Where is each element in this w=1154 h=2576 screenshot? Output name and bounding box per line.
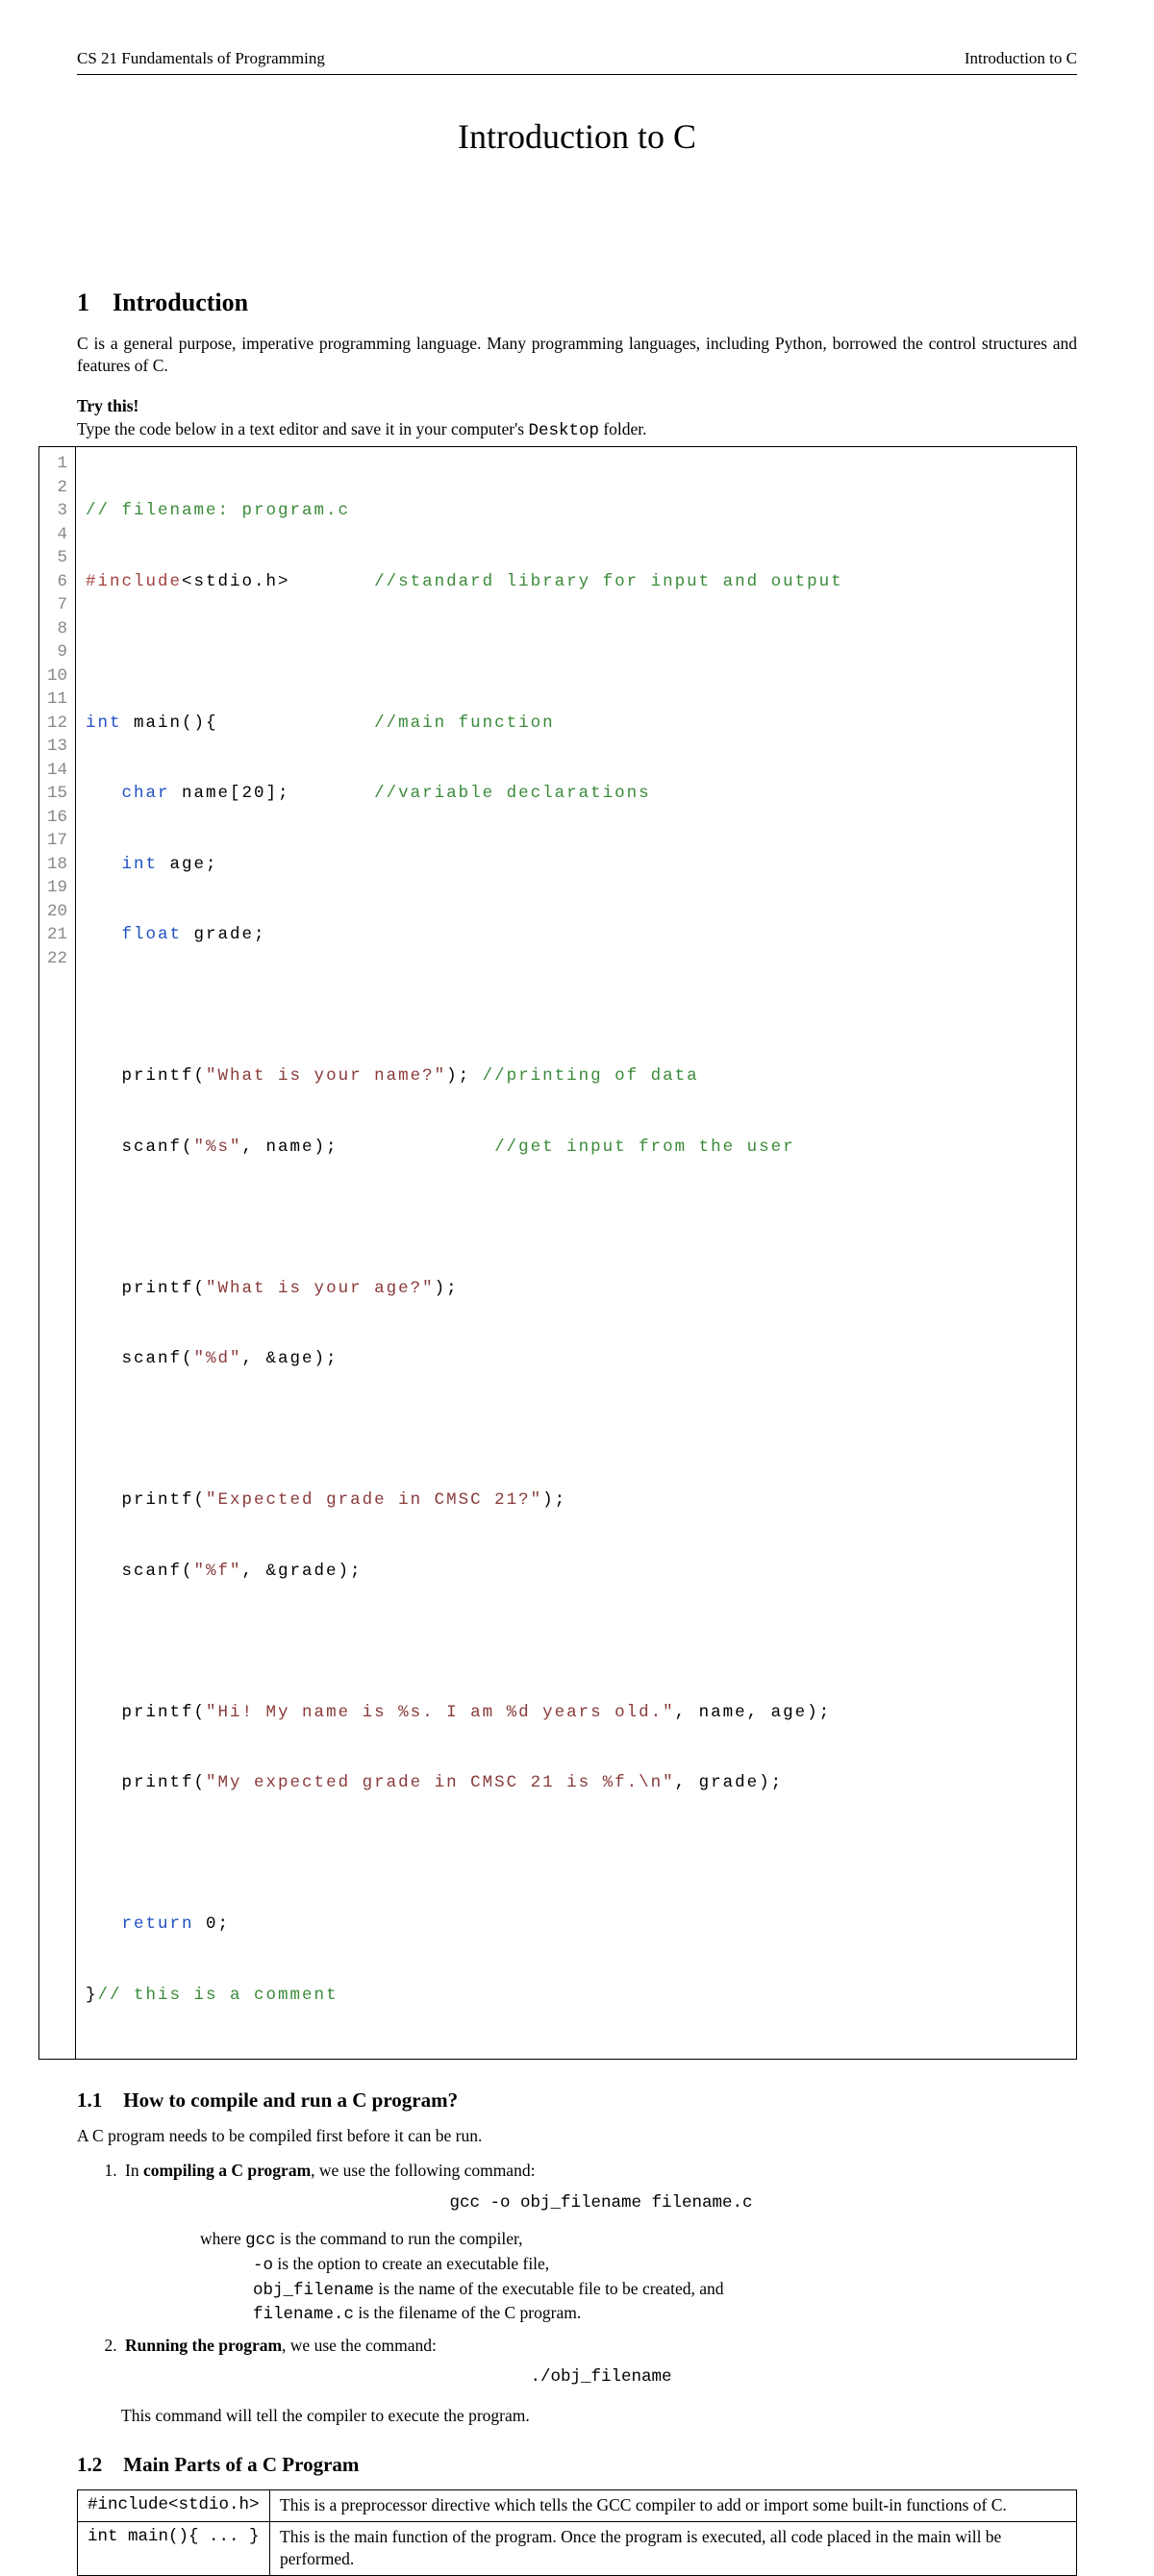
subsection-number: 1.1 bbox=[77, 2088, 102, 2112]
step-2: Running the program, we use the command:… bbox=[121, 2335, 1077, 2389]
subsection-number: 1.2 bbox=[77, 2453, 102, 2476]
compile-steps: In compiling a C program, we use the fol… bbox=[121, 2160, 1077, 2389]
header-right: Introduction to C bbox=[965, 48, 1077, 70]
code-body: // filename: program.c #include<stdio.h>… bbox=[76, 447, 1076, 2059]
table-row: int main(){ ... } This is the main funct… bbox=[78, 2521, 1077, 2575]
parts-table: #include<stdio.h> This is a preprocessor… bbox=[77, 2489, 1077, 2576]
section-number: 1 bbox=[77, 288, 89, 316]
section-title: Introduction bbox=[113, 288, 248, 316]
parts-key: int main(){ ... } bbox=[78, 2521, 270, 2575]
subsection-1-1-heading: 1.1 How to compile and run a C program? bbox=[77, 2087, 1077, 2113]
subsection-title: How to compile and run a C program? bbox=[123, 2088, 458, 2112]
step-1: In compiling a C program, we use the fol… bbox=[121, 2160, 1077, 2327]
page-header: CS 21 Fundamentals of Programming Introd… bbox=[77, 48, 1077, 75]
gcc-command: gcc -o obj_filename filename.c bbox=[125, 2192, 1077, 2215]
try-this-label: Try this! bbox=[77, 395, 1077, 418]
try-this-text: Type the code below in a text editor and… bbox=[77, 418, 1077, 443]
parts-desc: This is the main function of the program… bbox=[270, 2521, 1077, 2575]
parts-key: #include<stdio.h> bbox=[78, 2490, 270, 2522]
run-explain: This command will tell the compiler to e… bbox=[121, 2405, 1077, 2428]
section-1-heading: 1 Introduction bbox=[77, 286, 1077, 319]
try-this-block: Try this! Type the code below in a text … bbox=[77, 395, 1077, 442]
intro-paragraph: C is a general purpose, imperative progr… bbox=[77, 333, 1077, 378]
header-left: CS 21 Fundamentals of Programming bbox=[77, 48, 325, 70]
table-row: #include<stdio.h> This is a preprocessor… bbox=[78, 2490, 1077, 2522]
run-command: ./obj_filename bbox=[125, 2366, 1077, 2389]
subsection-title: Main Parts of a C Program bbox=[123, 2453, 359, 2476]
subsection-1-2-heading: 1.2 Main Parts of a C Program bbox=[77, 2451, 1077, 2478]
compile-intro: A C program needs to be compiled first b… bbox=[77, 2125, 1077, 2148]
where-block: where gcc is the command to run the comp… bbox=[200, 2228, 1077, 2327]
code-listing: 12345678910111213141516171819202122 // f… bbox=[38, 446, 1077, 2060]
page-title: Introduction to C bbox=[77, 113, 1077, 161]
line-numbers: 12345678910111213141516171819202122 bbox=[39, 447, 76, 2059]
parts-desc: This is a preprocessor directive which t… bbox=[270, 2490, 1077, 2522]
